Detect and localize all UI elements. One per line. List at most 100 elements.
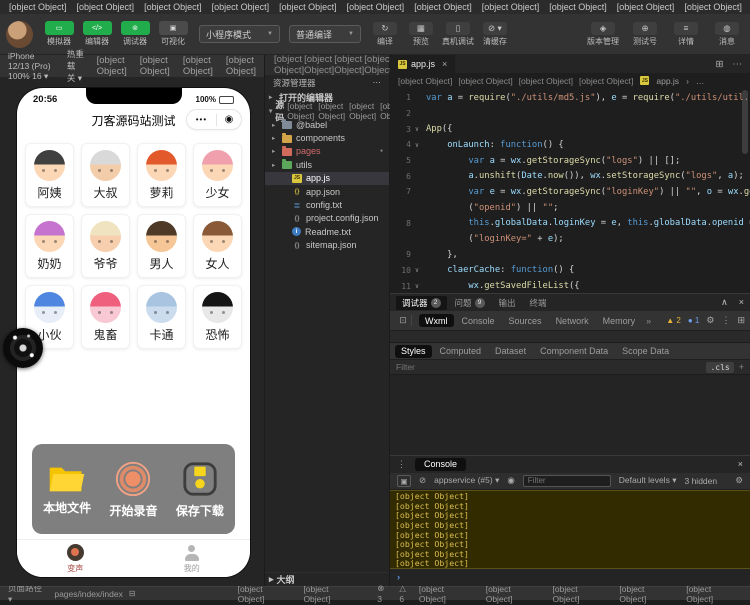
devtools-tab[interactable]: Memory [597, 314, 642, 327]
levels-selector[interactable]: Default levels ▾ [619, 475, 677, 486]
copy-path-icon[interactable]: ⊟ [129, 589, 136, 598]
tree-item[interactable]: {} project.config.json [265, 212, 389, 225]
status-item[interactable]: [object Object] [486, 584, 540, 604]
voice-card[interactable]: 恐怖 [193, 285, 242, 349]
status-item[interactable]: [object Object] [419, 584, 473, 604]
gear-icon[interactable]: ⚙ [706, 315, 714, 326]
panel-tab[interactable]: 问题 9 [449, 296, 491, 310]
more-icon[interactable]: ⋯ [733, 59, 743, 70]
status-icon[interactable]: [object Object] [238, 584, 292, 604]
collapse-icon[interactable]: ∧ [721, 297, 728, 308]
warning-count[interactable]: ▲ 2 [666, 316, 681, 325]
wxml-tree-area[interactable] [390, 331, 750, 343]
styles-tab[interactable]: Styles [395, 344, 432, 358]
more-icon[interactable]: ••• [187, 115, 216, 124]
menu-item[interactable]: [object Object] [274, 2, 342, 12]
voice-card[interactable]: 阿姨 [25, 143, 74, 207]
info-count[interactable]: ● 1 [688, 316, 700, 325]
view-toggle-button[interactable]: ▣ 可视化 [156, 21, 190, 47]
scrollbar[interactable] [742, 90, 748, 154]
tabs-overflow-icon[interactable]: » [643, 316, 654, 326]
mode-select[interactable]: 小程序模式 ▼ [199, 25, 280, 43]
simulator-icon[interactable]: [object Object] [140, 55, 170, 77]
menu-item[interactable]: [object Object] [612, 2, 680, 12]
status-item[interactable]: [object Object] [553, 584, 607, 604]
breadcrumb-icon[interactable]: [object Object] [579, 76, 633, 86]
action-button[interactable]: ▯ 真机调试 [442, 21, 474, 47]
menu-item[interactable]: [object Object] [139, 2, 207, 12]
dock-icon[interactable]: ⊞ [737, 315, 745, 326]
voice-card[interactable]: 男人 [137, 214, 186, 278]
devtools-tab[interactable]: Sources [503, 314, 548, 327]
menu-item[interactable]: [object Object] [342, 2, 410, 12]
action-button[interactable]: ↻ 编译 [370, 21, 400, 47]
eye-icon[interactable]: ◉ [507, 475, 514, 486]
code-editor[interactable]: 1 var a = require("./utils/md5.js"), e =… [390, 88, 750, 293]
voice-card[interactable]: 鬼畜 [81, 285, 130, 349]
tree-item[interactable]: ▸ utils [265, 158, 389, 171]
menu-item[interactable]: [object Object] [72, 2, 140, 12]
compile-select[interactable]: 普通编译 ▼ [288, 25, 361, 43]
action-button[interactable]: ≡ 详情 [671, 21, 701, 47]
tree-item[interactable]: i Readme.txt [265, 225, 389, 238]
menu-item[interactable]: [object Object] [477, 2, 545, 12]
styles-tab[interactable]: Scope Data [616, 345, 675, 358]
plus-icon[interactable]: + [739, 362, 744, 372]
group-icon[interactable]: ▣ [397, 474, 411, 487]
status-icon[interactable]: [object Object] [303, 584, 357, 604]
panel-tab[interactable]: 输出 [493, 296, 522, 310]
voice-card[interactable]: 卡通 [137, 285, 186, 349]
more-icon[interactable]: ⋯ [373, 77, 382, 88]
view-toggle-button[interactable]: ▭ 模拟器 [42, 21, 76, 47]
close-icon[interactable]: × [739, 297, 744, 308]
close-tab-icon[interactable]: × [442, 59, 447, 69]
tab-voice[interactable]: 变声 [17, 540, 134, 577]
close-icon[interactable]: × [738, 459, 743, 469]
devtools-tab[interactable]: Console [456, 314, 501, 327]
action-button[interactable]: ◍ 消息 [712, 21, 742, 47]
local-file-button[interactable]: 本地文件 [43, 462, 91, 516]
breadcrumb-file[interactable]: app.js [656, 76, 679, 86]
panel-tab[interactable]: 调试器 2 [396, 295, 447, 310]
simulator-icon[interactable]: [object Object] [183, 55, 213, 77]
gear-icon[interactable]: ⚙ [735, 475, 743, 486]
voice-card[interactable]: 奶奶 [25, 214, 74, 278]
action-button[interactable]: ◈ 版本管理 [587, 21, 619, 47]
console-tab[interactable]: Console [415, 457, 467, 471]
context-selector[interactable]: appservice (#5) ▾ [434, 475, 499, 486]
clear-console-icon[interactable]: ⊘ [419, 475, 426, 486]
styles-tab[interactable]: Dataset [489, 345, 532, 358]
view-toggle-button[interactable]: ⊚ 调试器 [118, 21, 152, 47]
kebab-icon[interactable]: ⋮ [397, 459, 406, 470]
console-filter-input[interactable] [522, 474, 611, 487]
simulator-icon[interactable]: [object Object] [226, 55, 256, 77]
simulator-icon[interactable]: [object Object] [97, 55, 127, 77]
devtools-tab[interactable]: Network [550, 314, 595, 327]
view-toggle-button[interactable]: </> 编辑器 [80, 21, 114, 47]
page-path[interactable]: pages/index/index [54, 589, 123, 599]
tree-item[interactable]: {} sitemap.json [265, 239, 389, 252]
tree-item[interactable]: JS app.js [265, 171, 389, 185]
voice-card[interactable]: 少女 [193, 143, 242, 207]
styles-filter-input[interactable] [396, 362, 702, 372]
tree-item[interactable]: ≣ config.txt [265, 198, 389, 211]
project-section[interactable]: ▾ 源码 [object Object] [object Object] [obje… [265, 100, 407, 123]
tree-item[interactable]: ▸ @babel [265, 118, 389, 131]
split-editor-icon[interactable]: ⊞ [716, 59, 724, 70]
floating-record-disc[interactable] [3, 328, 43, 368]
menu-item[interactable]: [object Object] [679, 2, 747, 12]
home-capsule-icon[interactable]: ◉ [217, 114, 241, 125]
kebab-icon[interactable]: ⋮ [721, 315, 730, 326]
user-avatar[interactable] [6, 20, 33, 48]
action-button[interactable]: ▦ 预览 [406, 21, 436, 47]
status-item[interactable]: [object Object] [619, 584, 673, 604]
menu-item[interactable]: [object Object] [4, 2, 72, 12]
devtools-tab[interactable]: Wxml [419, 314, 454, 327]
voice-card[interactable]: 女人 [193, 214, 242, 278]
activity-icon[interactable]: [object Object] [334, 54, 364, 76]
problem-counts[interactable]: ⊗ 3 △ 6 [377, 583, 413, 604]
styles-tab[interactable]: Component Data [534, 345, 614, 358]
voice-card[interactable]: 大叔 [81, 143, 130, 207]
breadcrumb-more[interactable]: … [696, 76, 705, 86]
tree-item[interactable]: ▸ pages ● [265, 145, 389, 158]
